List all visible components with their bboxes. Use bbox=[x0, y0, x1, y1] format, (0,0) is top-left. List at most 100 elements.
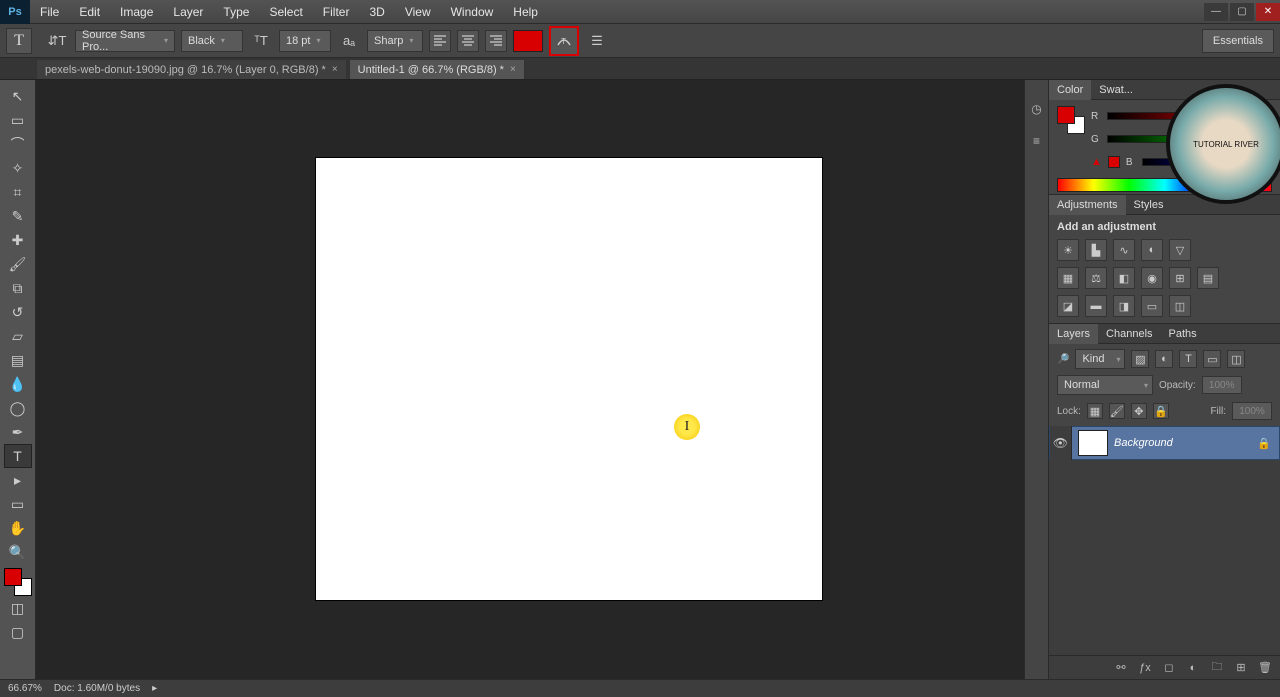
history-brush-tool[interactable]: ↺ bbox=[4, 300, 32, 324]
layer-filter-kind[interactable]: Kind bbox=[1075, 349, 1125, 369]
pen-tool[interactable]: ✒ bbox=[4, 420, 32, 444]
menu-help[interactable]: Help bbox=[503, 5, 548, 19]
dodge-tool[interactable]: ◯ bbox=[4, 396, 32, 420]
text-orientation-icon[interactable]: ⇵T bbox=[45, 29, 69, 53]
brush-tool[interactable]: 🖌 bbox=[4, 252, 32, 276]
levels-icon[interactable]: ▙ bbox=[1085, 239, 1107, 261]
adjustments-panel-tab[interactable]: Adjustments bbox=[1049, 195, 1126, 215]
menu-window[interactable]: Window bbox=[441, 5, 504, 19]
filter-shape-icon[interactable]: ▭ bbox=[1203, 350, 1221, 368]
layer-row[interactable]: 👁 Background 🔒 bbox=[1049, 426, 1280, 460]
properties-panel-icon[interactable]: ≡ bbox=[1028, 132, 1046, 150]
font-style-dropdown[interactable]: Black bbox=[181, 30, 243, 52]
threshold-icon[interactable]: ◨ bbox=[1113, 295, 1135, 317]
lock-position-icon[interactable]: ✥ bbox=[1131, 403, 1147, 419]
black-white-icon[interactable]: ◧ bbox=[1113, 267, 1135, 289]
paths-panel-tab[interactable]: Paths bbox=[1161, 324, 1205, 344]
swatches-panel-tab[interactable]: Swat... bbox=[1091, 80, 1141, 100]
fg-color-swatch[interactable] bbox=[1057, 106, 1075, 124]
color-balance-icon[interactable]: ⚖ bbox=[1085, 267, 1107, 289]
active-tool-icon[interactable]: T bbox=[6, 28, 32, 54]
gamut-color-swatch[interactable] bbox=[1108, 156, 1120, 168]
magic-wand-tool[interactable]: ✧ bbox=[4, 156, 32, 180]
layer-mask-icon[interactable]: ◻ bbox=[1160, 659, 1178, 677]
styles-panel-tab[interactable]: Styles bbox=[1126, 195, 1172, 215]
gradient-tool[interactable]: ▤ bbox=[4, 348, 32, 372]
delete-layer-icon[interactable]: 🗑 bbox=[1256, 659, 1274, 677]
type-tool[interactable]: T bbox=[4, 444, 32, 468]
filter-pixel-icon[interactable]: ▨ bbox=[1131, 350, 1149, 368]
channel-mixer-icon[interactable]: ⊞ bbox=[1169, 267, 1191, 289]
quick-mask-icon[interactable]: ◫ bbox=[4, 596, 32, 620]
zoom-level[interactable]: 66.67% bbox=[8, 683, 42, 694]
move-tool[interactable]: ↖ bbox=[4, 84, 32, 108]
hand-tool[interactable]: ✋ bbox=[4, 516, 32, 540]
menu-view[interactable]: View bbox=[395, 5, 441, 19]
foreground-color-swatch[interactable] bbox=[4, 568, 22, 586]
window-close-button[interactable]: ✕ bbox=[1256, 3, 1280, 21]
status-flyout-icon[interactable]: ▸ bbox=[152, 683, 157, 694]
opacity-field[interactable]: 100% bbox=[1202, 376, 1242, 394]
curves-icon[interactable]: ∿ bbox=[1113, 239, 1135, 261]
marquee-tool[interactable]: ▭ bbox=[4, 108, 32, 132]
eyedropper-tool[interactable]: ✎ bbox=[4, 204, 32, 228]
healing-brush-tool[interactable]: ✚ bbox=[4, 228, 32, 252]
channels-panel-tab[interactable]: Channels bbox=[1098, 324, 1160, 344]
new-group-icon[interactable]: 🗀 bbox=[1208, 659, 1226, 677]
lock-all-icon[interactable]: 🔒 bbox=[1153, 403, 1169, 419]
align-center-button[interactable] bbox=[457, 30, 479, 52]
anti-alias-dropdown[interactable]: Sharp bbox=[367, 30, 423, 52]
gradient-map-icon[interactable]: ▭ bbox=[1141, 295, 1163, 317]
layer-thumbnail[interactable] bbox=[1078, 430, 1108, 456]
foreground-background-color[interactable] bbox=[4, 568, 32, 596]
font-family-dropdown[interactable]: Source Sans Pro... bbox=[75, 30, 175, 52]
fill-field[interactable]: 100% bbox=[1232, 402, 1272, 420]
rectangle-tool[interactable]: ▭ bbox=[4, 492, 32, 516]
invert-icon[interactable]: ◪ bbox=[1057, 295, 1079, 317]
close-tab-icon[interactable]: × bbox=[332, 64, 338, 75]
color-panel-tab[interactable]: Color bbox=[1049, 80, 1091, 100]
screen-mode-icon[interactable]: ▢ bbox=[4, 620, 32, 644]
menu-type[interactable]: Type bbox=[213, 5, 259, 19]
document-canvas[interactable]: I bbox=[316, 158, 822, 600]
warp-text-button[interactable]: T bbox=[549, 26, 579, 56]
align-left-button[interactable] bbox=[429, 30, 451, 52]
menu-layer[interactable]: Layer bbox=[163, 5, 213, 19]
exposure-icon[interactable]: ◐ bbox=[1141, 239, 1163, 261]
path-selection-tool[interactable]: ▸ bbox=[4, 468, 32, 492]
menu-image[interactable]: Image bbox=[110, 5, 163, 19]
zoom-tool[interactable]: 🔍 bbox=[4, 540, 32, 564]
new-fill-adjustment-icon[interactable]: ◐ bbox=[1184, 659, 1202, 677]
menu-file[interactable]: File bbox=[30, 5, 69, 19]
lock-transparency-icon[interactable]: ▦ bbox=[1087, 403, 1103, 419]
r-slider[interactable] bbox=[1107, 112, 1272, 120]
link-layers-icon[interactable]: ⚯ bbox=[1112, 659, 1130, 677]
lasso-tool[interactable]: ⌒ bbox=[4, 132, 32, 156]
filter-type-icon[interactable]: T bbox=[1179, 350, 1197, 368]
doc-info[interactable]: Doc: 1.60M/0 bytes bbox=[54, 683, 140, 694]
blur-tool[interactable]: 💧 bbox=[4, 372, 32, 396]
text-color-swatch[interactable] bbox=[513, 30, 543, 52]
filter-adjustment-icon[interactable]: ◐ bbox=[1155, 350, 1173, 368]
color-ramp[interactable] bbox=[1057, 178, 1272, 192]
g-slider[interactable] bbox=[1107, 135, 1272, 143]
align-right-button[interactable] bbox=[485, 30, 507, 52]
layers-panel-tab[interactable]: Layers bbox=[1049, 324, 1098, 344]
menu-select[interactable]: Select bbox=[259, 5, 312, 19]
document-tab-1[interactable]: Untitled-1 @ 66.7% (RGB/8) * × bbox=[349, 59, 525, 79]
hue-saturation-icon[interactable]: ▦ bbox=[1057, 267, 1079, 289]
window-maximize-button[interactable]: ▢ bbox=[1230, 3, 1254, 21]
filter-smart-icon[interactable]: ◫ bbox=[1227, 350, 1245, 368]
crop-tool[interactable]: ⌗ bbox=[4, 180, 32, 204]
character-panel-icon[interactable]: ☰ bbox=[585, 29, 609, 53]
layer-style-icon[interactable]: ƒх bbox=[1136, 659, 1154, 677]
vibrance-icon[interactable]: ▽ bbox=[1169, 239, 1191, 261]
menu-filter[interactable]: Filter bbox=[313, 5, 360, 19]
history-panel-icon[interactable]: ◷ bbox=[1028, 100, 1046, 118]
clone-stamp-tool[interactable]: ⧉ bbox=[4, 276, 32, 300]
photo-filter-icon[interactable]: ◉ bbox=[1141, 267, 1163, 289]
canvas-area[interactable]: I bbox=[36, 80, 1024, 679]
posterize-icon[interactable]: ▬ bbox=[1085, 295, 1107, 317]
lock-pixels-icon[interactable]: 🖌 bbox=[1109, 403, 1125, 419]
menu-edit[interactable]: Edit bbox=[69, 5, 110, 19]
